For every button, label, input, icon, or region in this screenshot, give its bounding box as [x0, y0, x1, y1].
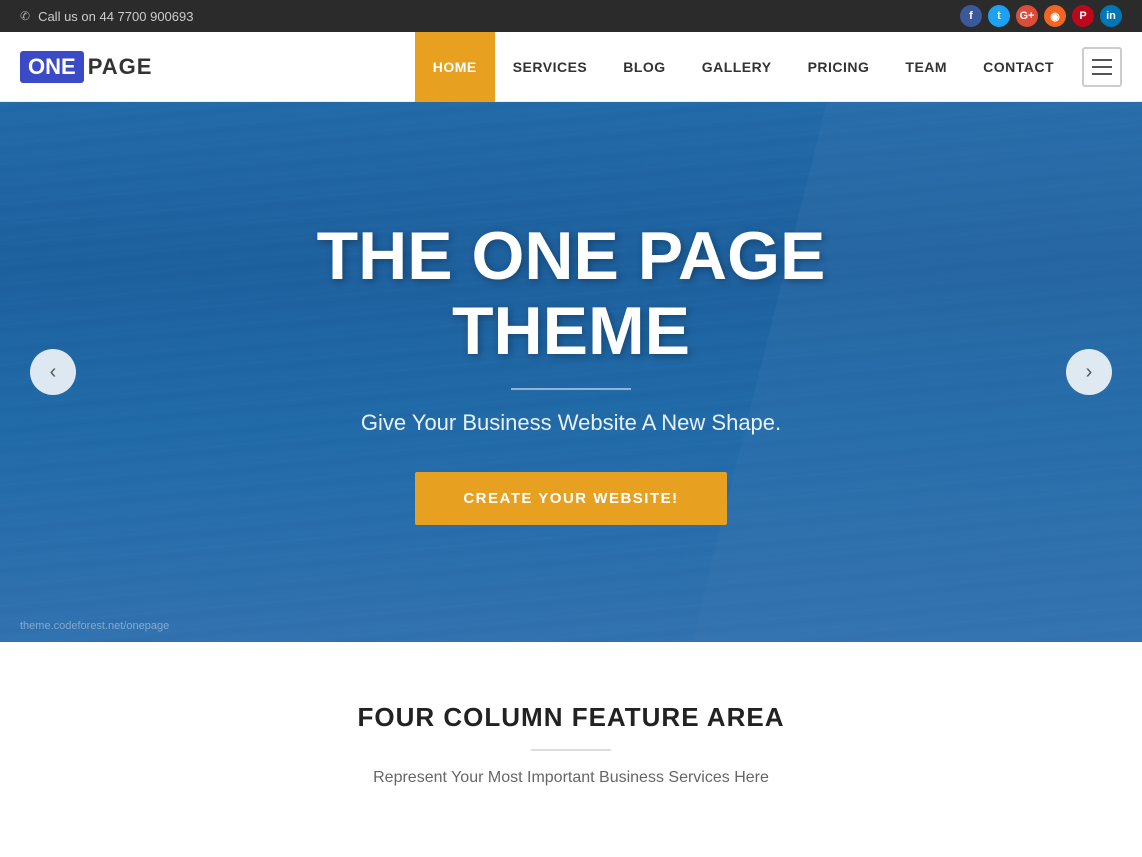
hamburger-line-2 [1092, 66, 1112, 68]
features-subtitle: Represent Your Most Important Business S… [271, 769, 871, 787]
hamburger-line-1 [1092, 59, 1112, 61]
features-title: FOUR COLUMN FEATURE AREA [40, 702, 1102, 733]
nav-contact[interactable]: CONTACT [965, 32, 1072, 102]
prev-arrow-icon: ‹ [50, 361, 57, 384]
next-arrow-icon: › [1086, 361, 1093, 384]
google-icon[interactable]: G+ [1016, 5, 1038, 27]
nav-team[interactable]: TEAM [887, 32, 965, 102]
nav-services[interactable]: SERVICES [495, 32, 606, 102]
hamburger-menu[interactable] [1082, 47, 1122, 87]
main-nav: HOME SERVICES BLOG GALLERY PRICING TEAM … [415, 32, 1122, 102]
header: ONE PAGE HOME SERVICES BLOG GALLERY PRIC… [0, 32, 1142, 102]
social-icons: f t G+ ◉ P in [960, 5, 1122, 27]
hero-section: ‹ THE ONE PAGE THEME Give Your Business … [0, 102, 1142, 642]
features-divider [531, 749, 611, 751]
nav-gallery[interactable]: GALLERY [684, 32, 790, 102]
logo[interactable]: ONE PAGE [20, 51, 152, 83]
top-bar-left: ✆ Call us on 44 7700 900693 [20, 9, 193, 24]
phone-text: Call us on 44 7700 900693 [38, 9, 193, 24]
nav-blog[interactable]: BLOG [605, 32, 683, 102]
hero-title-divider [511, 388, 631, 390]
linkedin-icon[interactable]: in [1100, 5, 1122, 27]
facebook-icon[interactable]: f [960, 5, 982, 27]
watermark: theme.codeforest.net/onepage [20, 620, 169, 632]
hero-cta-button[interactable]: CREATE YOUR WEBSITE! [415, 472, 726, 525]
nav-pricing[interactable]: PRICING [790, 32, 888, 102]
logo-page: PAGE [88, 54, 153, 80]
logo-one: ONE [20, 51, 84, 83]
hero-subtitle: Give Your Business Website A New Shape. [221, 410, 921, 436]
twitter-icon[interactable]: t [988, 5, 1010, 27]
top-bar: ✆ Call us on 44 7700 900693 f t G+ ◉ P i… [0, 0, 1142, 32]
pinterest-icon[interactable]: P [1072, 5, 1094, 27]
hero-content: THE ONE PAGE THEME Give Your Business We… [181, 219, 961, 526]
slider-next-button[interactable]: › [1066, 349, 1112, 395]
hamburger-line-3 [1092, 73, 1112, 75]
rss-icon[interactable]: ◉ [1044, 5, 1066, 27]
hero-title: THE ONE PAGE THEME [221, 219, 921, 369]
features-section: FOUR COLUMN FEATURE AREA Represent Your … [0, 642, 1142, 827]
phone-icon: ✆ [20, 9, 30, 23]
nav-home[interactable]: HOME [415, 32, 495, 102]
slider-prev-button[interactable]: ‹ [30, 349, 76, 395]
